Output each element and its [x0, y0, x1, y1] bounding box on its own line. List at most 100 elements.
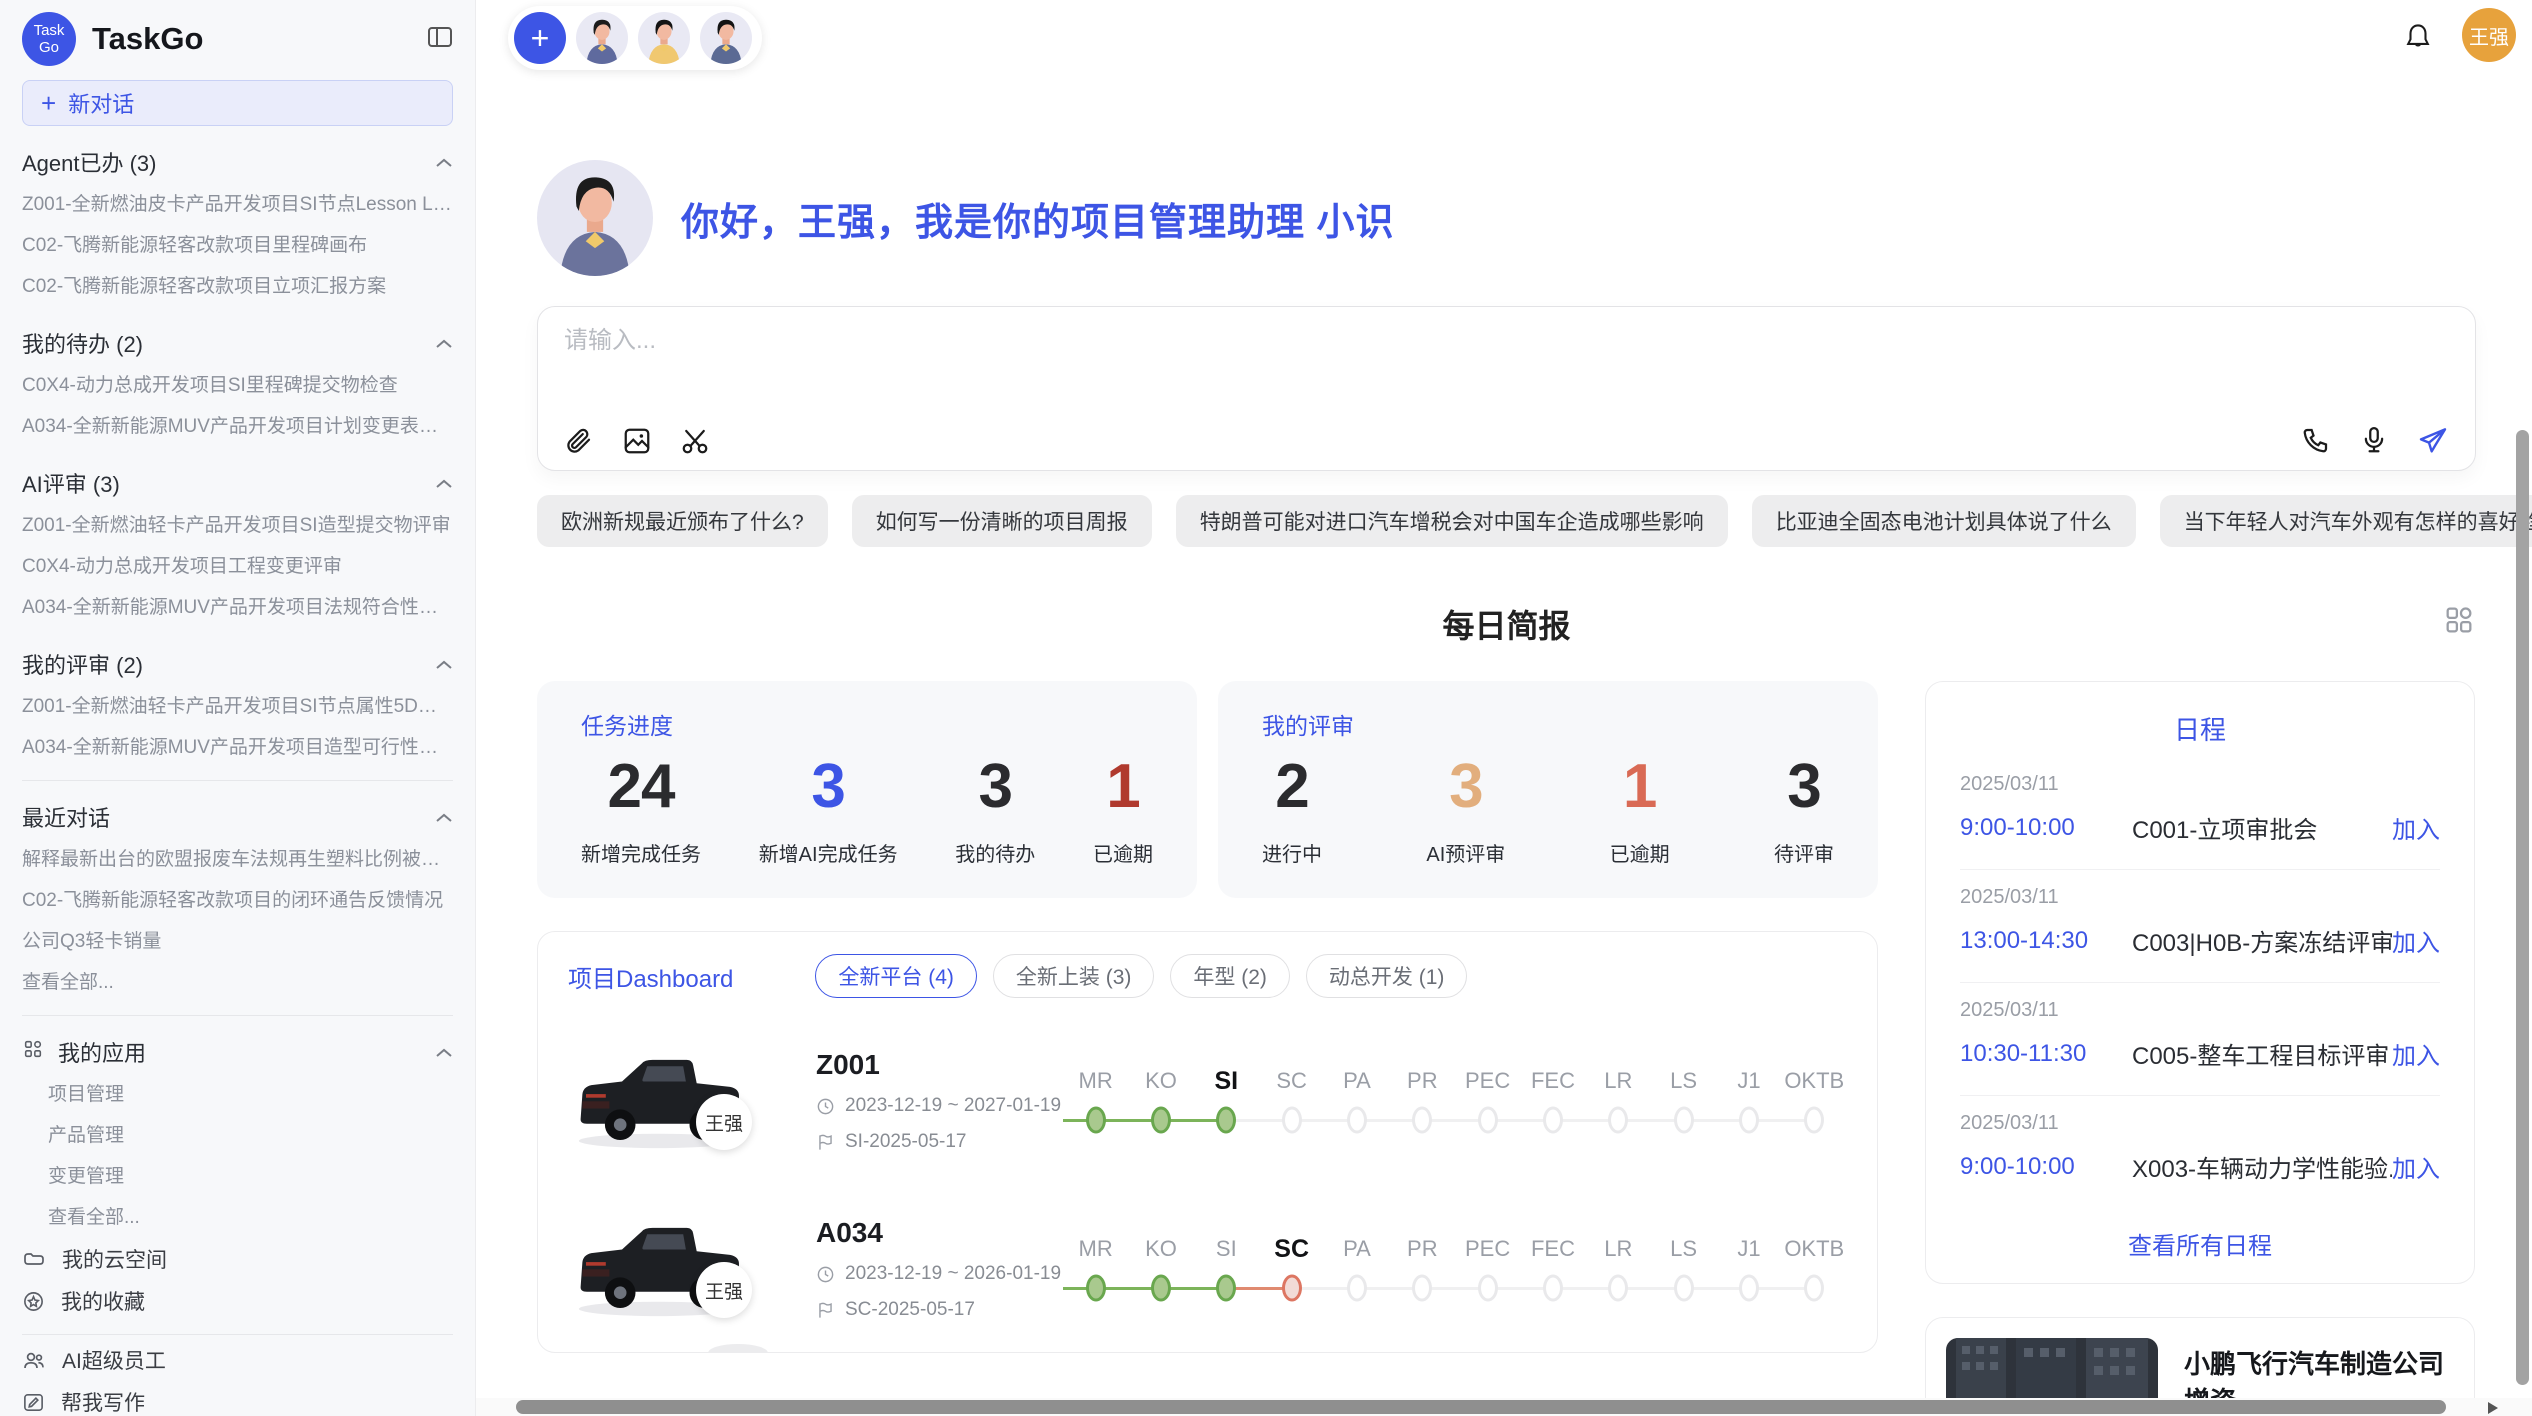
avatar-woman-2[interactable]: [700, 12, 752, 64]
sidebar-task-item[interactable]: A034-全新新能源MUV产品开发项目计划变更表编写: [22, 406, 453, 447]
attachment-icon[interactable]: [564, 426, 594, 456]
project-list: 王强Z0012023-12-19 ~ 2027-01-19SI-2025-05-…: [568, 1036, 1847, 1334]
sidebar-section-header[interactable]: Agent已办 (3): [22, 140, 453, 184]
avatar-man[interactable]: [576, 12, 628, 64]
milestone-dot: [1804, 1107, 1824, 1134]
sidebar-task-item[interactable]: Z001-全新燃油皮卡产品开发项目SI节点Lesson Learn报告: [22, 184, 453, 225]
layout-grid-icon[interactable]: [2442, 603, 2476, 642]
new-chat-button[interactable]: + 新对话: [22, 80, 453, 126]
sidebar-task-item[interactable]: Z001-全新燃油轻卡产品开发项目SI造型提交物评审: [22, 505, 453, 546]
microphone-icon[interactable]: [2359, 425, 2389, 455]
send-icon[interactable]: [2417, 424, 2449, 456]
project-row[interactable]: 王强A0342023-12-19 ~ 2026-01-19SC-2025-05-…: [568, 1204, 1847, 1334]
greeting-text: 你好，王强，我是你的项目管理助理 小识: [681, 191, 1395, 246]
stat-item: 3待评审: [1774, 751, 1834, 867]
notification-bell-icon[interactable]: [2404, 22, 2432, 57]
sidebar-app-item[interactable]: 查看全部...: [22, 1197, 453, 1238]
milestone-dot: [1347, 1107, 1367, 1134]
schedule-event: 2025/03/1113:00-14:30C003|H0B-方案冻结评审加入: [1960, 870, 2440, 983]
dashboard-filter-chip[interactable]: 年型 (2): [1170, 954, 1290, 998]
chevron-up-icon: [435, 149, 453, 175]
milestone-label: J1: [1716, 1231, 1781, 1267]
scissors-icon[interactable]: [680, 426, 710, 456]
image-icon[interactable]: [622, 426, 652, 456]
horizontal-scrollbar-track: [476, 1398, 2532, 1416]
join-link[interactable]: 加入: [2392, 923, 2440, 958]
project-row[interactable]: 王强Z0012023-12-19 ~ 2027-01-19SI-2025-05-…: [568, 1036, 1847, 1166]
sidebar-collapse-icon[interactable]: [427, 25, 453, 54]
chat-input[interactable]: [564, 327, 2449, 355]
sidebar-task-item[interactable]: A034-全新新能源MUV产品开发项目造型可行性评审: [22, 727, 453, 768]
sidebar-section-header[interactable]: AI评审 (3): [22, 461, 453, 505]
view-all-schedule-link[interactable]: 查看所有日程: [1960, 1226, 2440, 1261]
stat-value: 3: [955, 751, 1035, 822]
milestone-label: MR: [1063, 1231, 1128, 1267]
recent-chat-item[interactable]: 解释最新出台的欧盟报废车法规再生塑料比例被调至15%...: [22, 839, 453, 880]
dashboard-filter-chip[interactable]: 全新上装 (3): [993, 954, 1155, 998]
briefing-title: 每日简报: [1442, 608, 1570, 644]
event-time: 9:00-10:00: [1960, 1153, 2132, 1181]
sidebar-task-item[interactable]: Z001-全新燃油轻卡产品开发项目SI节点属性5D文件评审: [22, 686, 453, 727]
milestone-dot-row: [1390, 1267, 1455, 1309]
horizontal-scrollbar[interactable]: [516, 1400, 2446, 1414]
suggestion-chip[interactable]: 当下年轻人对汽车外观有怎样的喜好趋势: [2160, 495, 2532, 547]
milestone-dot-row: [1716, 1099, 1781, 1141]
sidebar-task-item[interactable]: C02-飞腾新能源轻客改款项目里程碑画布: [22, 225, 453, 266]
scroll-right-arrow-icon[interactable]: [2488, 1402, 2498, 1414]
stat-items: 24新增完成任务3新增AI完成任务3我的待办1已逾期: [581, 751, 1153, 867]
sidebar-app-item[interactable]: 变更管理: [22, 1156, 453, 1197]
join-link[interactable]: 加入: [2392, 1036, 2440, 1071]
stat-item: 3AI预评审: [1426, 751, 1505, 867]
suggestion-chip[interactable]: 特朗普可能对进口汽车增税会对中国车企造成哪些影响: [1176, 495, 1728, 547]
recent-chat-item[interactable]: 公司Q3轻卡销量: [22, 921, 453, 962]
sidebar-task-item[interactable]: C0X4-动力总成开发项目SI里程碑提交物检查: [22, 365, 453, 406]
stat-item: 1已逾期: [1610, 751, 1670, 867]
flag-icon: [816, 1133, 835, 1152]
cloud-folder-icon: [22, 1248, 46, 1270]
milestone-dot-row: [1651, 1267, 1716, 1309]
event-name: C001-立项审批会: [2132, 810, 2392, 845]
sidebar-task-item[interactable]: C0X4-动力总成开发项目工程变更评审: [22, 546, 453, 587]
phone-icon[interactable]: [2301, 425, 2331, 455]
milestone-dot: [1086, 1107, 1106, 1134]
user-avatar[interactable]: 王强: [2462, 8, 2516, 62]
main-area: + 王强 你好，王强，我是你的项目管理助理 小识: [476, 0, 2532, 1416]
dates-text: 2023-12-19 ~ 2026-01-19: [845, 1263, 1061, 1285]
vertical-scrollbar[interactable]: [2516, 430, 2529, 1385]
sidebar-sections: Agent已办 (3)Z001-全新燃油皮卡产品开发项目SI节点Lesson L…: [22, 140, 453, 1416]
avatar-woman-1[interactable]: [638, 12, 690, 64]
sidebar-link-star-badge[interactable]: 我的收藏: [22, 1280, 453, 1322]
sidebar-tool[interactable]: 帮我写作: [22, 1381, 453, 1416]
milestone-label: PR: [1390, 1231, 1455, 1267]
milestone-label: J1: [1716, 1063, 1781, 1099]
sidebar-tool[interactable]: AI超级员工: [22, 1339, 453, 1381]
sidebar-section-header[interactable]: 我的待办 (2): [22, 321, 453, 365]
milestone: SI: [1194, 1231, 1259, 1309]
milestone-label: SC: [1259, 1063, 1324, 1099]
sidebar-section-header[interactable]: 最近对话: [22, 795, 453, 839]
suggestion-chip[interactable]: 如何写一份清晰的项目周报: [852, 495, 1152, 547]
milestone-dot-row: [1586, 1099, 1651, 1141]
sidebar-app-item[interactable]: 产品管理: [22, 1115, 453, 1156]
sidebar-task-item[interactable]: A034-全新新能源MUV产品开发项目法规符合性评审: [22, 587, 453, 628]
sidebar-task-item[interactable]: C02-飞腾新能源轻客改款项目立项汇报方案: [22, 266, 453, 307]
sidebar-section-header[interactable]: 我的应用: [22, 1030, 453, 1074]
sidebar-section-header[interactable]: 我的评审 (2): [22, 642, 453, 686]
join-link[interactable]: 加入: [2392, 1149, 2440, 1184]
milestone-dot-row: [1782, 1267, 1847, 1309]
milestone: MR: [1063, 1063, 1128, 1141]
dashboard-filter-chip[interactable]: 全新平台 (4): [815, 954, 977, 998]
recent-chat-item[interactable]: C02-飞腾新能源轻客改款项目的闭环通告反馈情况: [22, 880, 453, 921]
add-agent-button[interactable]: +: [514, 12, 566, 64]
greeting-block: 你好，王强，我是你的项目管理助理 小识: [537, 160, 2476, 276]
suggestion-chip[interactable]: 比亚迪全固态电池计划具体说了什么: [1752, 495, 2136, 547]
recent-chat-item[interactable]: 查看全部...: [22, 962, 453, 1003]
suggestion-chip[interactable]: 欧洲新规最近颁布了什么?: [537, 495, 828, 547]
project-name: Z001: [816, 1049, 1063, 1081]
partial-next-row: [708, 1344, 768, 1353]
join-link[interactable]: 加入: [2392, 810, 2440, 845]
sidebar-app-item[interactable]: 项目管理: [22, 1074, 453, 1115]
sidebar-link-cloud-folder[interactable]: 我的云空间: [22, 1238, 453, 1280]
dashboard-filter-chip[interactable]: 动总开发 (1): [1306, 954, 1468, 998]
schedule-title: 日程: [1960, 710, 2440, 747]
